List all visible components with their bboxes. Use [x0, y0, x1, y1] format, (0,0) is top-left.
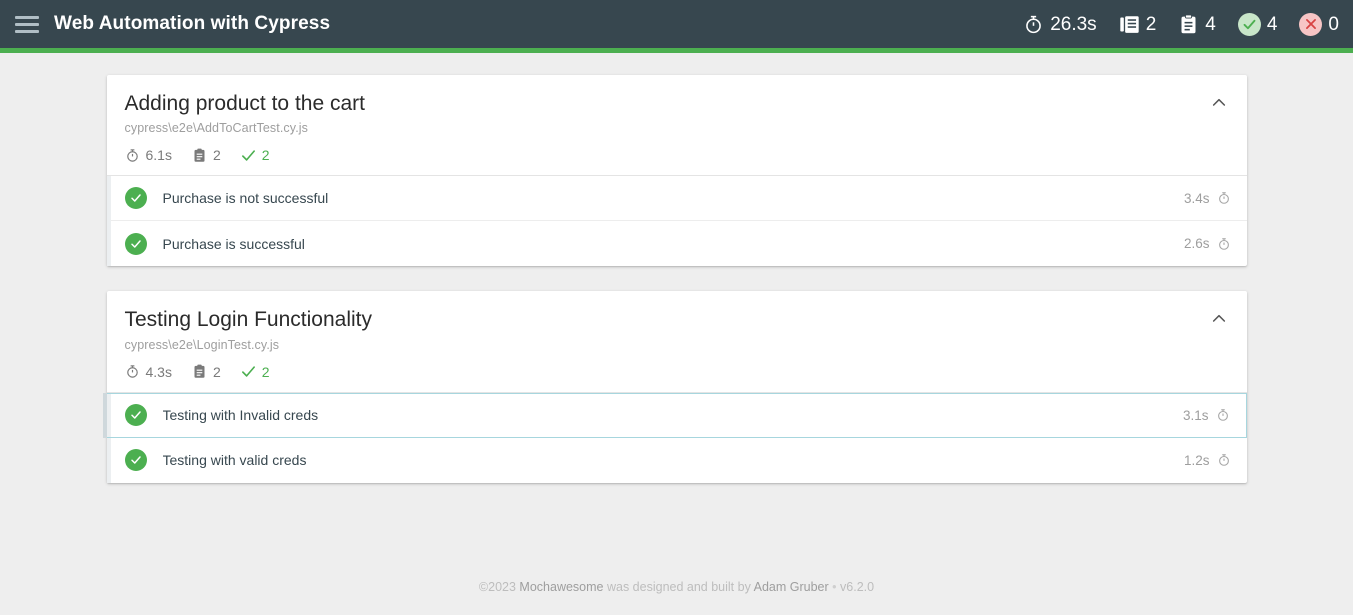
- suite-stats: 6.1s 2 2: [125, 147, 1227, 163]
- hamburger-bar: [15, 22, 39, 26]
- times-circle-icon: [1299, 12, 1323, 36]
- tests-icon: [192, 148, 207, 163]
- test-title: Purchase is successful: [162, 235, 305, 252]
- test-duration: 3.4s: [1184, 191, 1231, 206]
- suite-tests: 2: [192, 364, 221, 380]
- table-row[interactable]: Purchase is successful 2.6s: [111, 221, 1247, 266]
- suite-stats: 4.3s 2 2: [125, 364, 1227, 380]
- chevron-up-icon[interactable]: [1207, 307, 1231, 331]
- stat-duration-value: 26.3s: [1050, 13, 1097, 35]
- suite-passes: 2: [241, 364, 270, 380]
- test-title: Testing with valid creds: [162, 452, 307, 468]
- suite-passes-value: 2: [261, 147, 270, 164]
- stopwatch-icon: [1023, 14, 1044, 35]
- test-list: Purchase is not successful 3.4s Purchase…: [106, 176, 1247, 267]
- test-duration-value: 2.6s: [1183, 236, 1210, 252]
- table-row[interactable]: Testing with Invalid creds 3.1s: [106, 392, 1247, 438]
- tests-icon: [192, 364, 207, 379]
- test-title: Testing with Invalid creds: [162, 407, 319, 423]
- hamburger-icon[interactable]: [14, 13, 40, 35]
- stat-failures: 0: [1299, 12, 1339, 36]
- report-body: Adding product to the cart cypress\e2e\A…: [0, 53, 1353, 615]
- stat-suites: 2: [1119, 13, 1157, 35]
- stopwatch-icon: [125, 148, 140, 163]
- page-title: Web Automation with Cypress: [54, 13, 331, 34]
- stat-failures-value: 0: [1328, 13, 1339, 35]
- check-circle-icon: [124, 404, 147, 426]
- stopwatch-icon: [1217, 191, 1231, 205]
- stat-passes: 4: [1237, 12, 1278, 36]
- navbar-stats: 26.3s 2 4 4 0: [1023, 12, 1339, 36]
- app-navbar: Web Automation with Cypress 26.3s 2 4 4 …: [0, 0, 1353, 48]
- check-icon: [241, 364, 256, 379]
- suite-passes: 2: [241, 147, 270, 163]
- navbar-left: Web Automation with Cypress: [14, 13, 1023, 35]
- stat-suites-value: 2: [1145, 13, 1157, 35]
- stat-passes-value: 4: [1266, 13, 1278, 35]
- chevron-up-icon[interactable]: [1207, 91, 1231, 115]
- stat-tests-value: 4: [1205, 13, 1216, 35]
- suite-passes-value: 2: [261, 363, 270, 380]
- test-duration: 3.1s: [1183, 408, 1230, 423]
- suite-header: Adding product to the cart cypress\e2e\A…: [106, 75, 1247, 177]
- suite-tests-value: 2: [212, 147, 221, 164]
- footer-version: v6.2.0: [840, 579, 875, 594]
- test-title: Purchase is not successful: [162, 190, 329, 207]
- suite-title: Testing Login Functionality: [124, 308, 372, 332]
- footer-separator: •: [832, 579, 837, 594]
- hamburger-bar: [15, 15, 39, 19]
- footer-copyright: ©2023: [478, 579, 516, 594]
- stopwatch-icon: [1216, 408, 1230, 422]
- test-list: Testing with Invalid creds 3.1s Testing …: [106, 392, 1247, 483]
- footer-product-link[interactable]: Mochawesome: [519, 580, 603, 594]
- check-circle-icon: [124, 187, 147, 210]
- check-circle-icon: [124, 232, 147, 255]
- suite-title: Adding product to the cart: [124, 92, 366, 115]
- suite-tests-value: 2: [212, 363, 221, 380]
- hamburger-bar: [15, 29, 39, 33]
- page-footer: ©2023 Mochawesome was designed and built…: [107, 508, 1247, 594]
- stopwatch-icon: [125, 364, 140, 379]
- table-row[interactable]: Purchase is not successful 3.4s: [110, 176, 1247, 222]
- suite-duration-value: 6.1s: [145, 147, 172, 164]
- suites-container: Adding product to the cart cypress\e2e\A…: [106, 53, 1247, 594]
- suite-duration: 6.1s: [125, 147, 172, 163]
- tests-icon: [1178, 13, 1199, 35]
- suite-duration: 4.3s: [125, 364, 172, 380]
- footer-author-link[interactable]: Adam Gruber: [754, 580, 829, 594]
- check-icon: [241, 148, 256, 163]
- check-circle-icon: [1237, 12, 1261, 36]
- test-duration-value: 3.1s: [1182, 407, 1209, 423]
- stat-duration: 26.3s: [1023, 13, 1097, 35]
- check-circle-icon: [124, 449, 147, 471]
- suite-path: cypress\e2e\AddToCartTest.cy.js: [124, 121, 308, 136]
- suite-card: Adding product to the cart cypress\e2e\A…: [106, 75, 1247, 267]
- suite-card: Testing Login Functionality cypress\e2e\…: [106, 291, 1247, 483]
- suites-icon: [1119, 14, 1140, 35]
- test-duration: 2.6s: [1184, 236, 1231, 251]
- stopwatch-icon: [1217, 237, 1231, 251]
- stopwatch-icon: [1217, 453, 1231, 467]
- test-duration: 1.2s: [1184, 453, 1231, 468]
- stat-tests: 4: [1178, 13, 1216, 35]
- suite-path: cypress\e2e\LoginTest.cy.js: [124, 337, 280, 352]
- test-duration-value: 1.2s: [1183, 452, 1210, 468]
- suite-tests: 2: [192, 147, 221, 163]
- suite-header: Testing Login Functionality cypress\e2e\…: [106, 291, 1247, 393]
- suite-duration-value: 4.3s: [145, 363, 172, 380]
- test-duration-value: 3.4s: [1183, 190, 1210, 206]
- footer-middle-text: was designed and built by: [606, 579, 751, 594]
- table-row[interactable]: Testing with valid creds 1.2s: [111, 438, 1247, 483]
